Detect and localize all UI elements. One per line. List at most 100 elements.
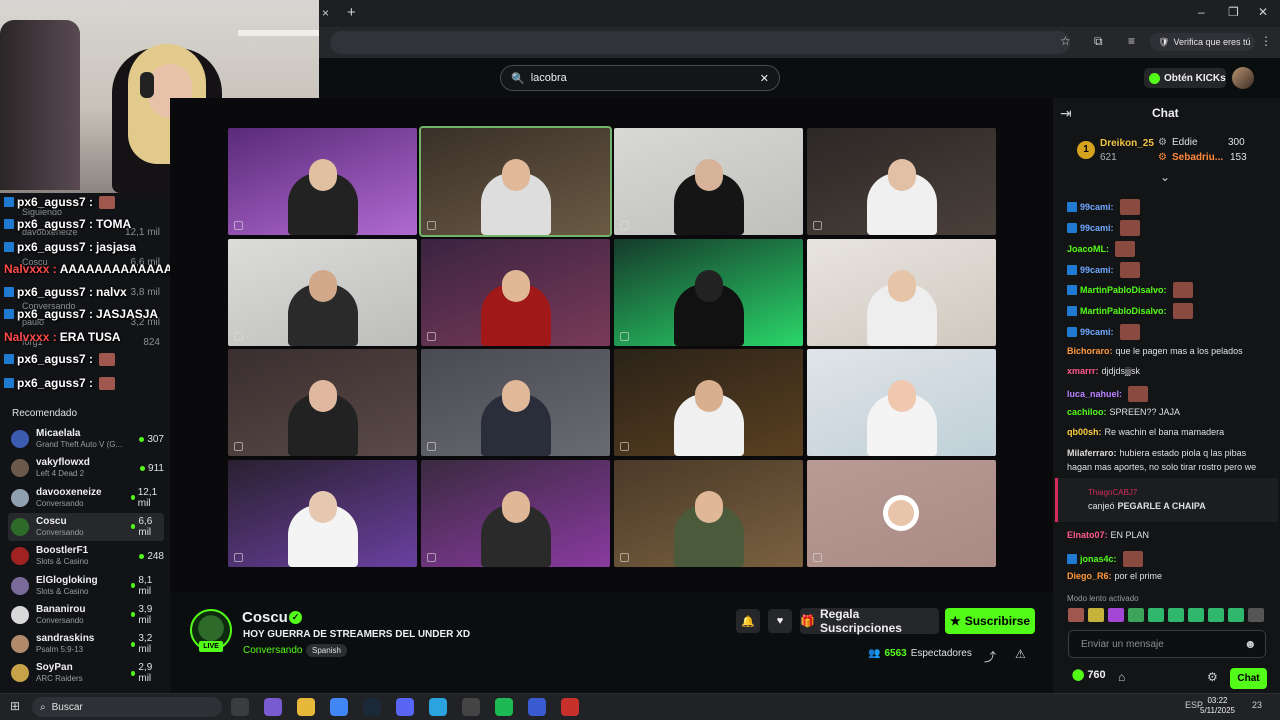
recommended-channel[interactable]: sandraskins Psalm 5:9-13 3,2 mil — [8, 630, 164, 658]
live-dot-icon — [131, 612, 136, 618]
collapse-chat-icon[interactable]: ⇥ — [1060, 105, 1072, 122]
viewer-count: 👥 6563 Espectadores — [868, 648, 972, 659]
kick-badge-icon — [4, 242, 14, 252]
app-icon[interactable] — [462, 698, 480, 716]
notification-bell-icon[interactable]: 🔔 — [736, 609, 760, 633]
get-kicks-button[interactable]: Obtén KICKs — [1144, 68, 1226, 88]
channel-avatar — [11, 430, 29, 448]
emote-icon — [1119, 324, 1140, 340]
minimize-icon[interactable]: – — [1198, 5, 1205, 19]
recommended-channel[interactable]: Bananirou Conversando 3,9 mil — [8, 601, 164, 629]
steam-icon[interactable] — [363, 698, 381, 716]
overlay-chat-message: Nalvxxx : AAAAAAAAAAAAA — [4, 262, 173, 276]
chat-message: Diego_R6: por el prime — [1067, 571, 1163, 581]
extensions-icon[interactable]: ⧉ — [1094, 34, 1103, 49]
chat-message: 99cami: — [1067, 262, 1140, 278]
recommended-channel[interactable]: vakyflowxd Left 4 Dead 2 911 — [8, 454, 164, 482]
live-dot-icon — [139, 436, 145, 442]
emote-icon — [1119, 220, 1140, 236]
channel-avatar — [11, 517, 29, 536]
live-dot-icon — [131, 524, 136, 530]
stream-category[interactable]: Conversando — [243, 645, 302, 656]
channel-avatar — [11, 605, 29, 624]
shield-icon[interactable] — [561, 698, 579, 716]
channel-points[interactable]: ⬤ 760 — [1072, 668, 1106, 682]
system-clock[interactable]: 03:22 5/11/2025 — [1200, 696, 1235, 716]
recommended-channel[interactable]: ElGlogloking Slots & Casino 8,1 mil — [8, 572, 164, 600]
tile-overlay-icon — [427, 331, 436, 341]
chat-send-button[interactable]: Chat — [1230, 668, 1267, 689]
video-player[interactable] — [170, 98, 1053, 593]
bookmark-star-icon[interactable]: ☆ — [1060, 34, 1071, 48]
leaderboard-user[interactable]: Eddie — [1172, 137, 1198, 148]
report-icon[interactable]: ⚠ — [1015, 647, 1026, 661]
recommended-channel[interactable]: Coscu Conversando 6,6 mil — [8, 512, 164, 541]
emote-icon — [1122, 551, 1143, 567]
streamer-tile — [807, 238, 996, 346]
verified-icon: ✓ — [289, 611, 302, 624]
telegram-icon[interactable] — [429, 698, 447, 716]
subscribe-button[interactable]: ★ Suscribirse — [945, 608, 1035, 634]
recommended-channel[interactable]: Micaelala Grand Theft Auto V (G... 307 — [8, 425, 164, 453]
tile-overlay-icon — [234, 221, 243, 230]
maximize-icon[interactable]: ❐ — [1228, 5, 1239, 19]
leaderboard-expand-icon[interactable]: ⌄ — [1160, 170, 1170, 184]
channel-avatar — [11, 547, 29, 566]
close-window-icon[interactable]: ✕ — [1258, 5, 1268, 19]
notification-count[interactable]: 23 — [1252, 700, 1262, 710]
taskbar-search[interactable]: ⌕ Buscar — [32, 697, 222, 717]
chat-title: Chat — [1152, 106, 1179, 120]
gift-subs-button[interactable]: 🎁 Regala Suscripciones — [800, 607, 939, 635]
tile-overlay-icon — [620, 221, 629, 230]
reading-list-icon[interactable]: ≡ — [1128, 34, 1135, 48]
emote-icon — [1115, 241, 1136, 257]
chat-message: hagan mas aportes, no solo tirar rostro … — [1067, 462, 1257, 472]
task-view-icon[interactable] — [231, 698, 249, 716]
language-tag[interactable]: Spanish — [306, 644, 347, 657]
copilot-icon[interactable] — [264, 698, 282, 716]
tile-overlay-icon — [813, 331, 822, 341]
tile-overlay-icon — [813, 221, 822, 230]
overlay-chat-message: px6_aguss7 : JASJASJA — [4, 307, 158, 321]
chat-settings-gear-icon[interactable]: ⚙ — [1207, 670, 1218, 684]
verify-button[interactable]: 🛡 Verifica que eres tú — [1150, 33, 1255, 51]
close-tab-icon[interactable]: × — [322, 6, 329, 20]
discord-icon[interactable] — [396, 698, 414, 716]
kick-badge-icon — [4, 287, 14, 297]
kick-badge-icon — [1067, 554, 1077, 564]
channel-avatar — [11, 576, 29, 595]
spotify-icon[interactable] — [495, 698, 513, 716]
channel-name[interactable]: Coscu — [242, 609, 288, 626]
emoji-icon[interactable]: ☻ — [1244, 637, 1257, 651]
leaderboard-user[interactable]: Dreikon_25 — [1100, 138, 1154, 149]
store-icon[interactable]: ⌂ — [1118, 670, 1125, 684]
recommended-channel[interactable]: BoostlerF1 Slots & Casino 248 — [8, 542, 164, 570]
chat-message: Milaferraro: hubiera estado piola q las p… — [1067, 448, 1247, 458]
url-field[interactable] — [330, 31, 1070, 54]
follow-heart-icon[interactable]: ♥ — [768, 609, 792, 633]
recommended-channel[interactable]: SoyPan ARC Raiders 2,9 mil — [8, 659, 164, 687]
windows-start-icon[interactable]: ⊞ — [10, 699, 20, 713]
leaderboard-user[interactable]: Sebadriu... — [1172, 152, 1223, 163]
emote-icon — [99, 195, 116, 209]
chat-message-input[interactable]: Enviar un mensaje — [1068, 630, 1266, 658]
streamer-tile — [228, 128, 417, 235]
browser-menu-icon[interactable]: ⋮ — [1260, 34, 1272, 48]
tile-overlay-icon — [427, 552, 436, 562]
channel-avatar — [11, 488, 29, 507]
emote-bar[interactable] — [1068, 608, 1268, 622]
streamer-tile — [807, 459, 996, 567]
search-icon: ⌕ — [40, 701, 46, 713]
tile-overlay-icon — [234, 442, 243, 451]
share-icon[interactable]: ⤴ — [984, 648, 996, 665]
user-avatar[interactable] — [1232, 67, 1254, 89]
chat-message: Elnato07: EN PLAN — [1067, 530, 1150, 540]
editor-icon[interactable] — [528, 698, 546, 716]
recommended-channel[interactable]: davooxeneize Conversando 12,1 mil — [8, 484, 164, 512]
clear-search-icon[interactable]: ✕ — [760, 72, 769, 85]
live-dot-icon — [131, 583, 136, 588]
file-explorer-icon[interactable] — [297, 698, 315, 716]
chrome-icon[interactable] — [330, 698, 348, 716]
search-input[interactable]: 🔍 lacobra ✕ — [500, 65, 780, 91]
new-tab-icon[interactable]: + — [347, 4, 356, 21]
